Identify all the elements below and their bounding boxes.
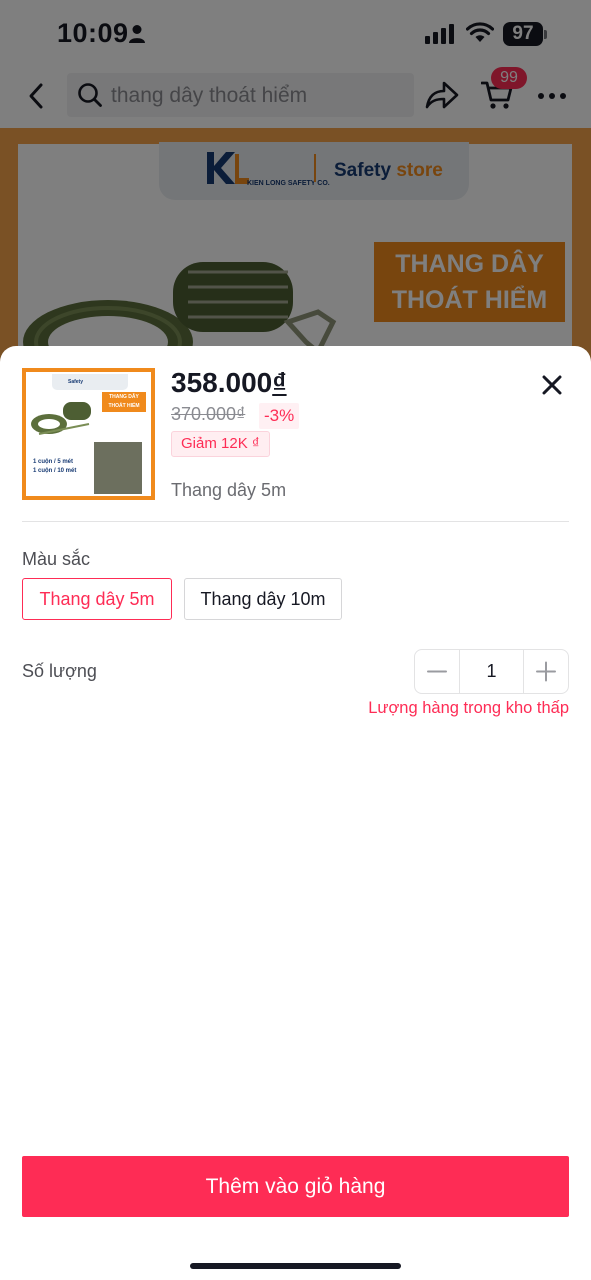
voucher-tag: Giảm 12K ₫ [171,431,270,457]
modal-backdrop[interactable] [0,0,591,380]
product-thumbnail: Safety THANG DÂY THOÁT HIỂM 1 cuộn / 5 m… [22,368,155,500]
current-price: 358.000₫ [171,367,287,398]
thumbnail-spec-5m: 1 cuộn / 5 mét [33,459,74,465]
variant-chip-10m[interactable]: Thang dây 10m [184,578,342,620]
quantity-label: Số lượng [22,661,97,681]
variant-chip-5m[interactable]: Thang dây 5m [22,578,172,620]
quantity-value[interactable]: 1 [459,650,524,693]
section-divider [22,521,569,522]
discount-badge: -3% [259,403,300,429]
close-icon[interactable] [541,374,563,396]
color-option-label: Màu sắc [22,549,91,569]
thumbnail-ladder-art [31,402,91,435]
low-stock-warning: Lượng hàng trong kho thấp [368,699,569,717]
selected-variant-label: Thang dây 5m [171,480,287,500]
home-indicator [190,1263,401,1269]
increase-quantity-button[interactable] [524,650,568,693]
thumbnail-title: THANG DÂY THOÁT HIỂM [102,392,146,412]
add-to-cart-button[interactable]: Thêm vào giỏ hàng [22,1156,569,1217]
quantity-stepper: 1 [414,649,569,694]
thumbnail-spec-10m: 1 cuộn / 10 mét [33,468,77,474]
product-page-background: 10:09 97 thang dây thoát hiểm [0,0,591,384]
variant-selector-sheet: Safety THANG DÂY THOÁT HIỂM 1 cuộn / 5 m… [0,346,591,1280]
decrease-quantity-button[interactable] [415,650,459,693]
original-price: 370.000₫ [171,404,246,424]
thumbnail-brand: Safety [52,374,128,390]
thumbnail-photo [94,442,142,494]
